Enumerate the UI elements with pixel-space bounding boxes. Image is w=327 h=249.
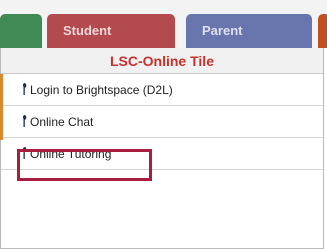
tile-panel: LSC-Online Tile Login to Brightspace (D2… bbox=[0, 48, 324, 249]
highlight-box bbox=[17, 149, 152, 181]
tab-parent-label: Parent bbox=[202, 23, 243, 38]
tab-parent[interactable]: Parent bbox=[186, 14, 312, 48]
list-item-label: Online Chat bbox=[30, 115, 94, 129]
list-item-online-chat[interactable]: Online Chat bbox=[1, 106, 323, 138]
pin-icon bbox=[23, 115, 27, 127]
list-item-brightspace[interactable]: Login to Brightspace (D2L) bbox=[1, 74, 323, 106]
tile-title: LSC-Online Tile bbox=[1, 48, 323, 74]
tab-partial-left[interactable] bbox=[0, 14, 42, 48]
pin-icon bbox=[23, 83, 27, 95]
list-item-label: Login to Brightspace (D2L) bbox=[30, 83, 173, 97]
left-accent-bar bbox=[0, 74, 3, 140]
tab-partial-right[interactable] bbox=[318, 14, 327, 48]
tab-student[interactable]: Student bbox=[47, 14, 175, 48]
tab-student-label: Student bbox=[63, 23, 112, 38]
tab-bar: Student Parent bbox=[0, 0, 327, 48]
